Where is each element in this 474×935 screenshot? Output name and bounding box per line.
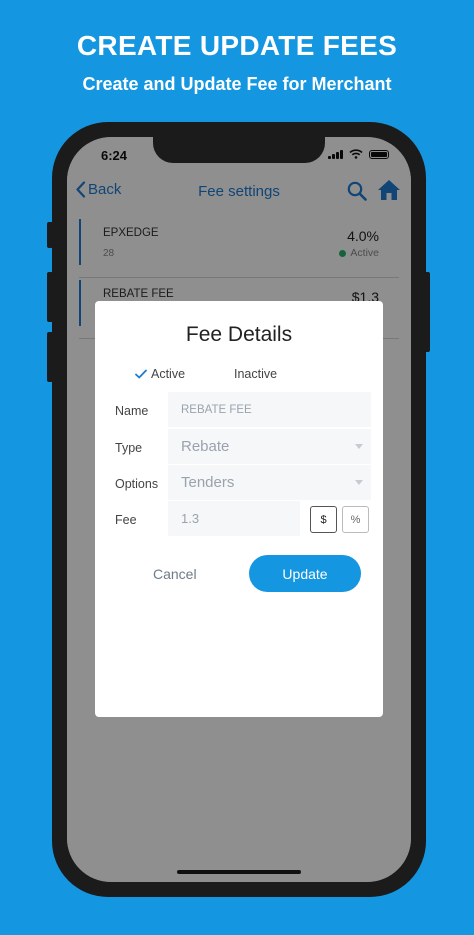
dropdown-caret-icon: [355, 444, 363, 449]
phone-power-button: [424, 272, 430, 352]
fee-label: Fee: [115, 513, 137, 527]
notch: [153, 137, 325, 163]
fee-details-modal: Fee Details Active Inactive Name REBATE …: [95, 301, 383, 717]
type-select[interactable]: Rebate: [168, 429, 371, 464]
checkmark-icon: [135, 369, 147, 379]
home-indicator: [177, 870, 301, 874]
phone-volume-up: [47, 272, 53, 322]
status-inactive-option[interactable]: Inactive: [234, 367, 277, 381]
options-label: Options: [115, 477, 159, 491]
update-button[interactable]: Update: [249, 555, 361, 592]
status-inactive-label: Inactive: [234, 367, 278, 381]
phone-volume-down: [47, 332, 53, 382]
options-select-value: Tenders: [181, 474, 235, 491]
type-select-value: Rebate: [181, 438, 230, 455]
options-select[interactable]: Tenders: [168, 465, 371, 500]
unit-dollar-button[interactable]: $: [310, 506, 337, 533]
status-active-option[interactable]: Active: [135, 367, 185, 381]
dropdown-caret-icon: [355, 480, 363, 485]
promo-subtitle: Create and Update Fee for Merchant: [82, 74, 392, 94]
cancel-button[interactable]: Cancel: [153, 566, 197, 582]
promo-title: CREATE UPDATE FEES: [76, 30, 398, 61]
status-active-label: Active: [151, 367, 186, 381]
name-field[interactable]: REBATE FEE: [168, 392, 371, 427]
type-label: Type: [115, 441, 143, 455]
phone-mute-switch: [47, 222, 53, 248]
name-label: Name: [115, 404, 149, 418]
fee-amount-input[interactable]: 1.3: [168, 501, 300, 536]
unit-percent-button[interactable]: %: [342, 506, 369, 533]
modal-title: Fee Details: [185, 323, 293, 346]
